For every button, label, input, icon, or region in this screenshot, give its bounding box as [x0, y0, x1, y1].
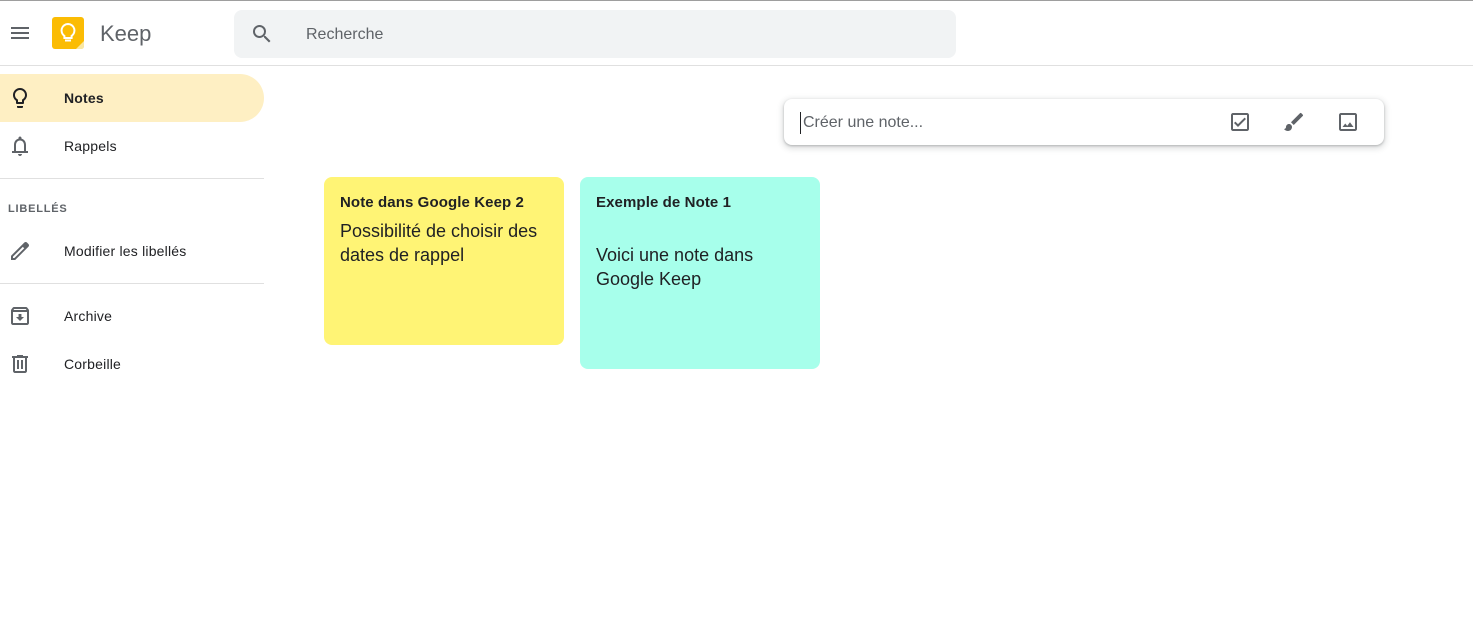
- lightbulb-icon: [8, 86, 32, 110]
- note-card[interactable]: Note dans Google Keep 2 Possibilité de c…: [324, 177, 564, 345]
- main-menu-icon[interactable]: [8, 21, 32, 45]
- app-header: Keep: [0, 1, 1473, 66]
- sidebar-divider: [0, 178, 264, 179]
- take-note-composer[interactable]: [784, 99, 1384, 145]
- archive-icon: [8, 304, 32, 328]
- sidebar-item-label: Notes: [64, 90, 104, 106]
- sidebar-item-label: Modifier les libellés: [64, 243, 187, 259]
- checkbox-icon[interactable]: [1228, 110, 1252, 134]
- sidebar-item-archive[interactable]: Archive: [0, 292, 264, 340]
- sidebar-item-notes[interactable]: Notes: [0, 74, 264, 122]
- new-note-input[interactable]: [800, 112, 1205, 134]
- sidebar-item-edit-labels[interactable]: Modifier les libellés: [0, 227, 264, 275]
- pencil-icon: [8, 239, 32, 263]
- app-title[interactable]: Keep: [100, 21, 151, 47]
- sidebar-item-trash[interactable]: Corbeille: [0, 340, 264, 388]
- keep-logo-icon[interactable]: [52, 17, 84, 49]
- bell-icon: [8, 134, 32, 158]
- sidebar-item-reminders[interactable]: Rappels: [0, 122, 264, 170]
- labels-section-title: LIBELLÉS: [8, 203, 68, 215]
- sidebar-item-label: Archive: [64, 308, 113, 324]
- note-title: Note dans Google Keep 2: [340, 194, 524, 211]
- note-body: Possibilité de choisir des dates de rapp…: [340, 221, 538, 265]
- search-icon[interactable]: [250, 22, 274, 46]
- image-icon[interactable]: [1336, 110, 1360, 134]
- sidebar-divider: [0, 283, 264, 284]
- sidebar-item-label: Corbeille: [64, 356, 122, 372]
- search-bar[interactable]: [234, 10, 956, 60]
- sidebar-item-label: Rappels: [64, 138, 117, 154]
- note-title: Exemple de Note 1: [596, 194, 732, 211]
- note-card[interactable]: Exemple de Note 1 Voici une note dans Go…: [580, 177, 820, 369]
- note-body: Voici une note dans Google Keep: [596, 245, 754, 289]
- brush-icon[interactable]: [1282, 110, 1306, 134]
- search-input[interactable]: [304, 10, 908, 60]
- trash-icon: [8, 352, 32, 376]
